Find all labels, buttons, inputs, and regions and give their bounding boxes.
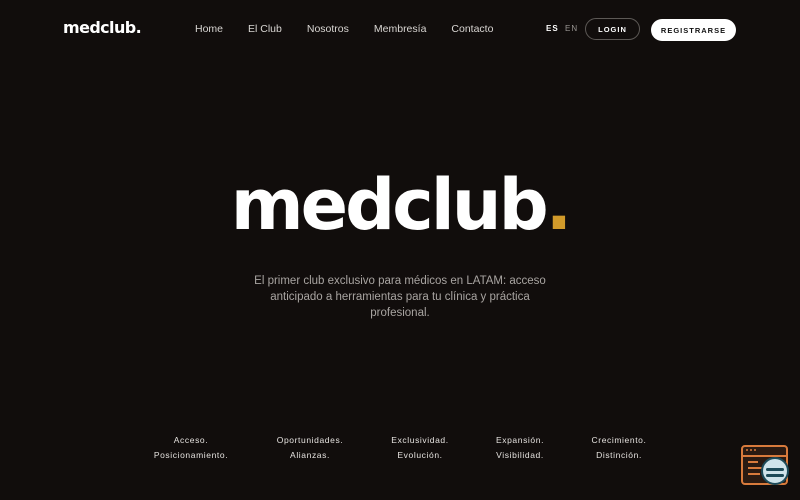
value-line: Visibilidad.: [496, 450, 544, 460]
nav-el-club[interactable]: El Club: [248, 21, 282, 37]
window-bar: [743, 447, 786, 457]
value-line: Evolución.: [397, 450, 443, 460]
value-item: Crecimiento. Distinción.: [564, 433, 674, 463]
hero-description: El primer club exclusivo para médicos en…: [254, 275, 546, 319]
hero-title: medclub.: [0, 160, 800, 250]
value-line: Crecimiento.: [591, 435, 647, 445]
value-line: Acceso.: [173, 435, 209, 445]
values-row: Acceso. Posicionamiento. Oportunidades. …: [0, 433, 800, 463]
value-item: Acceso. Posicionamiento.: [136, 433, 246, 463]
main-nav: Home El Club Nosotros Membresía Contacto: [195, 21, 518, 37]
value-line: Oportunidades.: [276, 435, 344, 445]
login-button[interactable]: LOGIN: [585, 18, 640, 40]
hero-title-text: medclub: [230, 164, 549, 246]
value-line: Alianzas.: [290, 450, 330, 460]
value-line: Posicionamiento.: [153, 450, 229, 460]
hero-title-dot: .: [545, 164, 573, 246]
landing-page: medclub. Home El Club Nosotros Membresía…: [0, 0, 800, 500]
site-logo[interactable]: medclub.: [63, 18, 142, 38]
value-line: Expansión.: [495, 435, 545, 445]
support-chat-icon[interactable]: [741, 445, 790, 487]
nav-contacto[interactable]: Contacto: [451, 21, 493, 37]
value-item: Expansión. Visibilidad.: [465, 433, 575, 463]
value-line: Exclusividad.: [391, 435, 449, 445]
chat-bubble-icon: [761, 457, 789, 485]
value-item: Oportunidades. Alianzas.: [255, 433, 365, 463]
nav-nosotros[interactable]: Nosotros: [307, 21, 349, 37]
value-item: Exclusividad. Evolución.: [365, 433, 475, 463]
nav-home[interactable]: Home: [195, 21, 223, 37]
register-button[interactable]: REGISTRARSE: [651, 19, 736, 41]
language-es[interactable]: ES: [546, 22, 559, 36]
value-line: Distinción.: [596, 450, 642, 460]
nav-membresia[interactable]: Membresía: [374, 21, 427, 37]
language-en[interactable]: EN: [565, 22, 578, 36]
